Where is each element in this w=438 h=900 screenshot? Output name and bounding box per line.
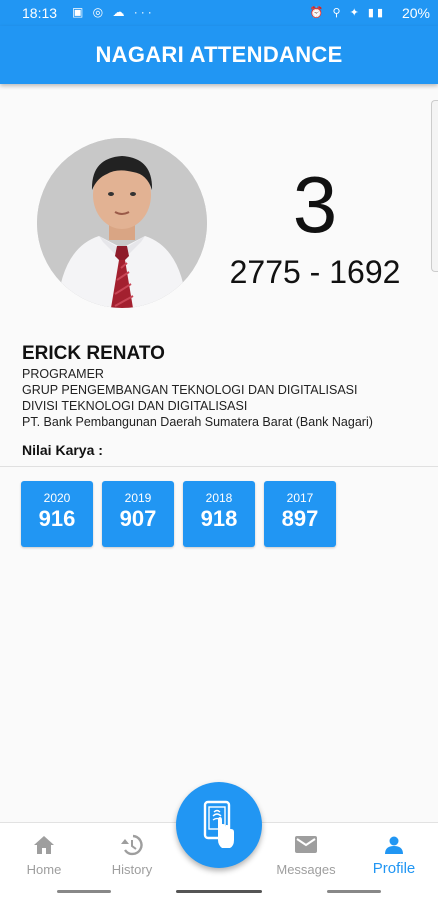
- status-bar: 18:13 ▣ ◎ ☁ ··· ⏰ ⚲ ✦ ▮▮ 20%: [0, 0, 438, 26]
- score-card-2017[interactable]: 2017 897: [264, 481, 336, 547]
- nav-profile-label: Profile: [372, 860, 416, 877]
- home-handle[interactable]: [176, 890, 262, 893]
- nav-messages[interactable]: Messages: [262, 823, 350, 883]
- nav-history-label: History: [111, 862, 153, 877]
- home-icon: [34, 836, 54, 854]
- nav-home-label: Home: [26, 862, 62, 877]
- nav-home[interactable]: Home: [0, 823, 88, 883]
- employee-name: ERICK RENATO: [22, 343, 165, 364]
- profile-photo: [37, 138, 207, 308]
- nav-profile[interactable]: Profile: [350, 823, 438, 883]
- touch-phone-icon: [203, 800, 234, 848]
- divider: [0, 466, 438, 467]
- score-value: 918: [200, 506, 238, 531]
- system-nav-bar: [0, 882, 438, 900]
- employee-position: PROGRAMER: [22, 367, 104, 381]
- back-handle[interactable]: [327, 890, 381, 893]
- score-card-2019[interactable]: 2019 907: [102, 481, 174, 547]
- attendance-count: 3: [292, 160, 338, 249]
- attendance-fab[interactable]: [176, 782, 262, 868]
- score-card-2018[interactable]: 2018 918: [183, 481, 255, 547]
- recent-apps-handle[interactable]: [57, 890, 111, 893]
- nav-messages-label: Messages: [276, 862, 336, 877]
- avatar: [37, 138, 207, 308]
- score-value: 897: [281, 506, 319, 531]
- score-year: 2020: [43, 491, 71, 505]
- system-icons: ⏰ ⚲ ✦ ▮▮: [309, 7, 386, 19]
- battery-level: 20%: [401, 5, 430, 21]
- score-year: 2017: [286, 491, 314, 505]
- notification-icons: ▣ ◎ ☁ ···: [72, 5, 155, 19]
- scroll-indicator[interactable]: [431, 100, 438, 272]
- score-year: 2019: [124, 491, 152, 505]
- employee-company: PT. Bank Pembangunan Daerah Sumatera Bar…: [22, 415, 373, 429]
- person-icon: [385, 836, 403, 854]
- mail-icon: [295, 836, 317, 853]
- history-icon: [121, 834, 143, 856]
- nav-history[interactable]: History: [88, 823, 176, 883]
- score-year: 2018: [205, 491, 233, 505]
- employee-division: DIVISI TEKNOLOGI DAN DIGITALISASI: [22, 399, 248, 413]
- status-time: 18:13: [22, 5, 58, 21]
- app-title: NAGARI ATTENDANCE: [95, 42, 343, 67]
- score-card-2020[interactable]: 2020 916: [21, 481, 93, 547]
- score-value: 916: [38, 506, 76, 531]
- employee-group: GRUP PENGEMBANGAN TEKNOLOGI DAN DIGITALI…: [22, 383, 358, 397]
- nilai-karya-label: Nilai Karya :: [22, 442, 103, 458]
- score-value: 907: [119, 506, 157, 531]
- app-bar: NAGARI ATTENDANCE: [0, 26, 438, 84]
- employee-code: 2775 - 1692: [229, 254, 401, 290]
